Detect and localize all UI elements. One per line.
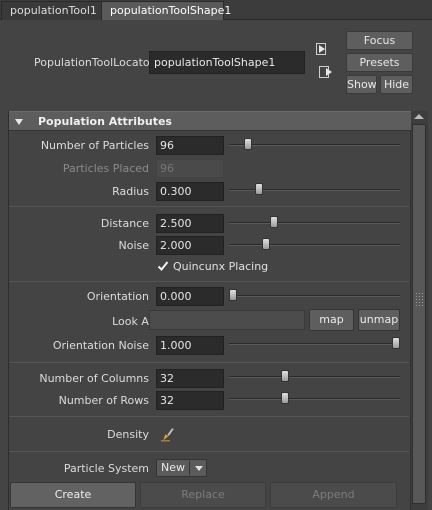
number-of-particles-field[interactable]: 96	[156, 136, 224, 155]
replace-button[interactable]: Replace	[140, 482, 266, 508]
section-title: Population Attributes	[38, 115, 172, 128]
orientation-field[interactable]: 0.000	[156, 287, 224, 306]
focus-button[interactable]: Focus	[346, 31, 413, 50]
slider-knob[interactable]	[281, 370, 290, 382]
label-particle-system: Particle System	[63, 462, 149, 475]
particle-system-select[interactable]: New	[156, 459, 207, 477]
paint-brush-icon[interactable]	[160, 426, 176, 442]
divider	[9, 451, 409, 452]
particles-placed-field: 96	[156, 159, 224, 178]
tab-bar: populationTool1 populationToolShape1	[0, 0, 432, 20]
scroll-up-arrow-icon[interactable]	[414, 114, 424, 119]
divider	[9, 416, 409, 417]
quincunx-checkbox[interactable]	[157, 260, 169, 272]
hide-button[interactable]: Hide	[380, 75, 413, 94]
label-number-of-columns: Number of Columns	[39, 372, 149, 385]
quincunx-label[interactable]: Quincunx Placing	[173, 260, 268, 273]
presets-button[interactable]: Presets	[346, 53, 413, 72]
input-connection-icon[interactable]	[316, 43, 330, 55]
orientation-slider[interactable]	[229, 295, 400, 297]
number-of-columns-field[interactable]: 32	[156, 369, 224, 388]
distance-slider[interactable]	[229, 222, 400, 224]
label-number-of-rows: Number of Rows	[58, 394, 149, 407]
grip-icon[interactable]	[415, 292, 423, 306]
locator-field[interactable]: populationToolShape1	[149, 51, 305, 74]
noise-field[interactable]: 2.000	[156, 236, 224, 255]
locator-label: PopulationToolLocator:	[34, 56, 158, 69]
number-of-particles-slider[interactable]	[229, 144, 400, 146]
collapse-triangle-icon[interactable]	[15, 119, 23, 125]
map-button[interactable]: map	[309, 309, 354, 331]
unmap-button[interactable]: unmap	[358, 309, 400, 331]
append-button[interactable]: Append	[270, 482, 397, 508]
orientation-noise-field[interactable]: 1.000	[156, 336, 224, 355]
output-connection-icon[interactable]	[319, 66, 333, 78]
label-look-at: Look At	[112, 315, 153, 328]
divider	[9, 362, 409, 363]
label-particles-placed: Particles Placed	[62, 162, 149, 175]
slider-knob[interactable]	[243, 138, 252, 150]
divider	[9, 206, 409, 207]
divider	[9, 281, 409, 282]
distance-field[interactable]: 2.500	[156, 214, 224, 233]
tab-population-tool-shape[interactable]: populationToolShape1	[101, 1, 231, 20]
label-noise: Noise	[118, 239, 149, 252]
particle-system-value: New	[161, 461, 185, 474]
scroll-thumb[interactable]	[412, 124, 426, 504]
create-button[interactable]: Create	[10, 482, 136, 508]
number-of-rows-slider[interactable]	[229, 398, 400, 400]
label-number-of-particles: Number of Particles	[40, 139, 149, 152]
slider-knob[interactable]	[255, 183, 264, 195]
label-radius: Radius	[112, 185, 149, 198]
look-at-field[interactable]	[149, 310, 305, 330]
tab-population-tool[interactable]: populationTool1	[1, 1, 103, 20]
radius-field[interactable]: 0.300	[156, 182, 224, 201]
slider-knob[interactable]	[392, 337, 400, 349]
slider-knob[interactable]	[269, 216, 278, 228]
label-orientation-noise: Orientation Noise	[52, 339, 149, 352]
chevron-down-icon	[195, 466, 203, 471]
orientation-noise-slider[interactable]	[229, 343, 400, 345]
label-orientation: Orientation	[86, 290, 149, 303]
number-of-rows-field[interactable]: 32	[156, 391, 224, 410]
number-of-columns-slider[interactable]	[229, 376, 400, 378]
slider-knob[interactable]	[229, 289, 237, 301]
label-density: Density	[107, 428, 149, 441]
show-button[interactable]: Show	[346, 75, 377, 94]
section-header[interactable]: Population Attributes	[9, 111, 411, 131]
slider-knob[interactable]	[261, 238, 270, 250]
noise-slider[interactable]	[229, 244, 400, 246]
label-distance: Distance	[100, 217, 149, 230]
slider-knob[interactable]	[281, 392, 290, 404]
